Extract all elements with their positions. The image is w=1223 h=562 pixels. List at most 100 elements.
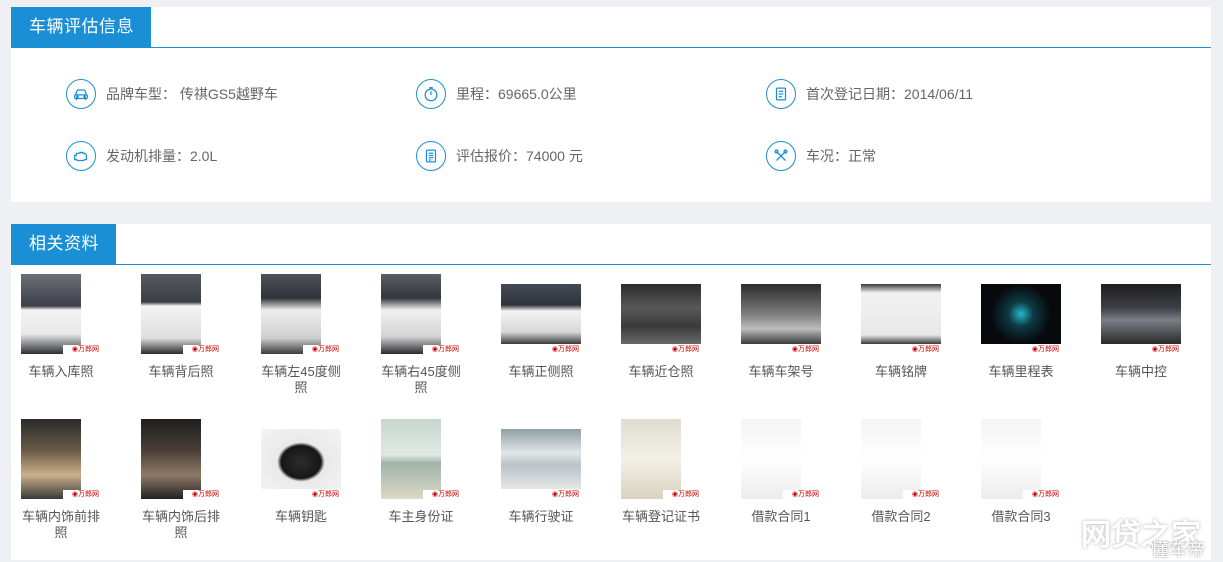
thumbnail-watermark: ◉万郎网 bbox=[903, 490, 941, 499]
document-thumbnail[interactable]: ◉万郎网 bbox=[501, 419, 581, 499]
document-thumbnail[interactable]: ◉万郎网 bbox=[861, 419, 941, 499]
document-thumbnail[interactable]: ◉万郎网 bbox=[381, 419, 461, 499]
document-label: 车辆内饰前排照 bbox=[21, 509, 100, 540]
document-item[interactable]: ◉万郎网车辆入库照 bbox=[11, 274, 111, 380]
document-thumbnail[interactable]: ◉万郎网 bbox=[861, 274, 941, 354]
document-photo bbox=[741, 419, 801, 499]
tools-icon bbox=[766, 141, 796, 171]
document-item[interactable]: ◉万郎网车辆右45度侧照 bbox=[371, 274, 471, 396]
document-thumbnail[interactable]: ◉万郎网 bbox=[621, 419, 701, 499]
vehicle-evaluation-panel: 车辆评估信息 品牌车型： 传祺GS5越野车 里程：69665.0公里 首次登记日… bbox=[11, 7, 1211, 202]
document-photo bbox=[501, 429, 581, 489]
document-label: 车辆登记证书 bbox=[621, 509, 700, 524]
info-quote: 评估报价：74000 元 bbox=[416, 139, 583, 173]
document-photo bbox=[141, 274, 201, 354]
info-label: 品牌车型： 传祺GS5越野车 bbox=[106, 86, 278, 102]
document-item[interactable]: ◉万郎网车辆左45度侧照 bbox=[251, 274, 351, 396]
document-item[interactable]: ◉万郎网车辆铭牌 bbox=[851, 274, 951, 380]
thumbnail-watermark: ◉万郎网 bbox=[303, 490, 341, 499]
document-photo bbox=[261, 274, 321, 354]
document-icon bbox=[766, 79, 796, 109]
document-item[interactable]: ◉万郎网借款合同2 bbox=[851, 419, 951, 525]
document-photo bbox=[21, 274, 81, 354]
document-item[interactable]: ◉万郎网车辆内饰后排照 bbox=[131, 419, 231, 541]
document-thumbnail[interactable]: ◉万郎网 bbox=[501, 274, 581, 354]
info-label: 里程：69665.0公里 bbox=[456, 86, 577, 102]
document-item[interactable]: ◉万郎网车辆内饰前排照 bbox=[11, 419, 111, 541]
panel-header: 车辆评估信息 bbox=[11, 7, 1211, 48]
document-thumbnail[interactable]: ◉万郎网 bbox=[381, 274, 461, 354]
info-label: 发动机排量：2.0L bbox=[106, 148, 218, 164]
document-label: 借款合同2 bbox=[871, 509, 931, 524]
document-photo bbox=[261, 429, 341, 489]
document-item[interactable]: ◉万郎网 车主身份证 bbox=[371, 419, 471, 525]
thumbnail-watermark: ◉万郎网 bbox=[1023, 490, 1061, 499]
thumbnail-watermark: ◉万郎网 bbox=[903, 345, 941, 354]
gauge-icon bbox=[416, 79, 446, 109]
document-label: 车辆右45度侧照 bbox=[381, 364, 461, 395]
thumbnail-watermark: ◉万郎网 bbox=[423, 345, 461, 354]
document-label: 车辆正侧照 bbox=[508, 364, 574, 379]
document-thumbnail[interactable]: ◉万郎网 bbox=[141, 419, 221, 499]
document-item[interactable]: ◉万郎网车辆正侧照 bbox=[491, 274, 591, 380]
thumbnail-watermark: ◉万郎网 bbox=[63, 490, 101, 499]
info-mileage: 里程：69665.0公里 bbox=[416, 77, 577, 111]
info-condition: 车况：正常 bbox=[766, 139, 876, 173]
document-label: 车辆里程表 bbox=[988, 364, 1054, 379]
document-thumbnail[interactable]: ◉万郎网 bbox=[981, 274, 1061, 354]
info-registration-date: 首次登记日期：2014/06/11 bbox=[766, 77, 973, 111]
document-item[interactable]: ◉万郎网 车辆车架号 bbox=[731, 274, 831, 380]
info-label: 车况：正常 bbox=[806, 148, 876, 164]
panel-title: 车辆评估信息 bbox=[11, 7, 151, 47]
related-documents-panel: 相关资料 ◉万郎网 车辆入库照 ◉万郎网 车辆背后照 ◉万郎网 车辆左45度侧照 ◉万郎网车… bbox=[11, 224, 1211, 560]
document-thumbnail[interactable]: ◉万郎网 bbox=[621, 274, 701, 354]
document-item[interactable]: ◉万郎网车辆里程表 bbox=[971, 274, 1071, 380]
document-label: 车辆背后照 bbox=[148, 364, 214, 379]
document-item[interactable]: ◉万郎网借款合同3 bbox=[971, 419, 1071, 525]
thumbnail-watermark: ◉万郎网 bbox=[663, 490, 701, 499]
document-photo bbox=[21, 419, 81, 499]
document-label: 借款合同3 bbox=[991, 509, 1051, 524]
document-label: 车辆左45度侧照 bbox=[261, 364, 341, 395]
document-item[interactable]: ◉万郎网车辆背后照 bbox=[131, 274, 231, 380]
document-thumbnail[interactable]: ◉万郎网 bbox=[21, 419, 101, 499]
car-icon bbox=[66, 79, 96, 109]
thumbnail-watermark: ◉万郎网 bbox=[183, 345, 221, 354]
thumbnail-watermark: ◉万郎网 bbox=[543, 345, 581, 354]
document-item[interactable]: ◉万郎网车辆登记证书 bbox=[611, 419, 711, 525]
quote-icon bbox=[416, 141, 446, 171]
document-photo bbox=[381, 274, 441, 354]
document-item[interactable]: ◉万郎网借款合同1 bbox=[731, 419, 831, 525]
document-photo bbox=[501, 284, 581, 344]
document-item[interactable]: ◉万郎网 车辆钥匙 bbox=[251, 419, 351, 525]
document-item[interactable]: ◉万郎网车辆中控 bbox=[1091, 274, 1191, 380]
document-thumbnail[interactable]: ◉万郎网 bbox=[741, 274, 821, 354]
thumbnail-watermark: ◉万郎网 bbox=[183, 490, 221, 499]
document-label: 借款合同1 bbox=[751, 509, 811, 524]
document-label: 车辆中控 bbox=[1114, 364, 1167, 379]
document-photo bbox=[1101, 284, 1181, 344]
document-item[interactable]: ◉万郎网车辆近仓照 bbox=[611, 274, 711, 380]
engine-icon bbox=[66, 141, 96, 171]
info-brand-model: 品牌车型： 传祺GS5越野车 bbox=[66, 77, 278, 111]
document-photo bbox=[621, 284, 701, 344]
document-item[interactable]: ◉万郎网 车辆行驶证 bbox=[491, 419, 591, 525]
document-photo bbox=[621, 419, 681, 499]
document-label: 车辆入库照 bbox=[28, 364, 94, 379]
panel-title: 相关资料 bbox=[11, 224, 116, 264]
document-label: 车辆近仓照 bbox=[628, 364, 694, 379]
thumbnail-watermark: ◉万郎网 bbox=[423, 490, 461, 499]
document-photo bbox=[861, 284, 941, 344]
document-thumbnail[interactable]: ◉万郎网 bbox=[261, 274, 341, 354]
document-label: 车辆铭牌 bbox=[874, 364, 927, 379]
document-label: 车辆内饰后排照 bbox=[141, 509, 220, 540]
document-thumbnail[interactable]: ◉万郎网 bbox=[741, 419, 821, 499]
document-thumbnail[interactable]: ◉万郎网 bbox=[981, 419, 1061, 499]
thumbnail-watermark: ◉万郎网 bbox=[1023, 345, 1061, 354]
document-thumbnail[interactable]: ◉万郎网 bbox=[141, 274, 221, 354]
document-thumbnail[interactable]: ◉万郎网 bbox=[1101, 274, 1181, 354]
document-photo bbox=[981, 284, 1061, 344]
document-thumbnail[interactable]: ◉万郎网 bbox=[261, 419, 341, 499]
document-thumbnail[interactable]: ◉万郎网 bbox=[21, 274, 101, 354]
thumbnail-watermark: ◉万郎网 bbox=[303, 345, 341, 354]
